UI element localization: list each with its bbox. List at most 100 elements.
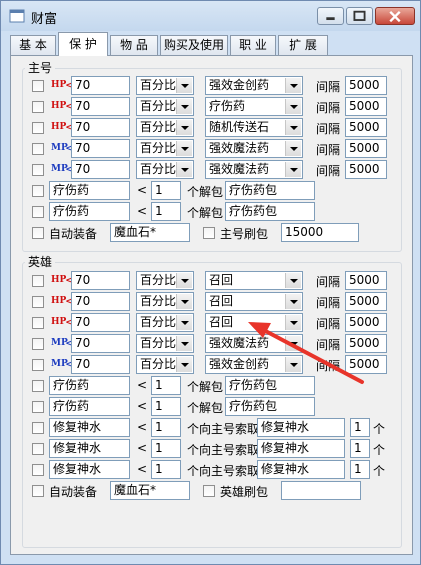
enable-checkbox[interactable] bbox=[32, 443, 44, 455]
auto-equip-checkbox[interactable] bbox=[32, 485, 44, 497]
item-select[interactable]: 召回 bbox=[205, 313, 303, 332]
chevron-down-icon[interactable] bbox=[176, 273, 192, 288]
mode-select[interactable]: 百分比 bbox=[136, 271, 194, 290]
item-select[interactable]: 召回 bbox=[205, 292, 303, 311]
enable-checkbox[interactable] bbox=[32, 122, 44, 134]
chevron-down-icon[interactable] bbox=[285, 78, 301, 93]
interval-input[interactable]: 5000 bbox=[345, 355, 387, 374]
tab-2[interactable]: 物 品 bbox=[110, 35, 158, 55]
item-select[interactable]: 召回 bbox=[205, 271, 303, 290]
potion-input[interactable]: 疗伤药 bbox=[49, 202, 130, 221]
chevron-down-icon[interactable] bbox=[176, 120, 192, 135]
enable-checkbox[interactable] bbox=[32, 101, 44, 113]
threshold-input[interactable]: 70 bbox=[71, 160, 130, 179]
mode-select[interactable]: 百分比 bbox=[136, 313, 194, 332]
enable-checkbox[interactable] bbox=[32, 380, 44, 392]
chevron-down-icon[interactable] bbox=[285, 162, 301, 177]
mode-select[interactable]: 百分比 bbox=[136, 355, 194, 374]
interval-input[interactable]: 5000 bbox=[345, 160, 387, 179]
refresh-checkbox[interactable] bbox=[203, 485, 215, 497]
refresh-input[interactable] bbox=[281, 481, 361, 500]
interval-input[interactable]: 5000 bbox=[345, 334, 387, 353]
source-input[interactable]: 修复神水 bbox=[257, 418, 345, 437]
chevron-down-icon[interactable] bbox=[176, 336, 192, 351]
chevron-down-icon[interactable] bbox=[285, 141, 301, 156]
threshold-input[interactable]: 70 bbox=[71, 271, 130, 290]
chevron-down-icon[interactable] bbox=[176, 357, 192, 372]
chevron-down-icon[interactable] bbox=[285, 315, 301, 330]
title-bar[interactable]: 财富 bbox=[1, 1, 420, 31]
amount-input[interactable]: 1 bbox=[350, 460, 370, 479]
chevron-down-icon[interactable] bbox=[285, 336, 301, 351]
interval-input[interactable]: 5000 bbox=[345, 97, 387, 116]
source-input[interactable]: 修复神水 bbox=[257, 439, 345, 458]
enable-checkbox[interactable] bbox=[32, 164, 44, 176]
count-input[interactable]: 1 bbox=[151, 439, 181, 458]
interval-input[interactable]: 5000 bbox=[345, 76, 387, 95]
chevron-down-icon[interactable] bbox=[285, 273, 301, 288]
item-select[interactable]: 强效金创药 bbox=[205, 355, 303, 374]
enable-checkbox[interactable] bbox=[32, 296, 44, 308]
enable-checkbox[interactable] bbox=[32, 185, 44, 197]
chevron-down-icon[interactable] bbox=[176, 141, 192, 156]
threshold-input[interactable]: 70 bbox=[71, 139, 130, 158]
threshold-input[interactable]: 70 bbox=[71, 334, 130, 353]
enable-checkbox[interactable] bbox=[32, 275, 44, 287]
mode-select[interactable]: 百分比 bbox=[136, 292, 194, 311]
potion-input[interactable]: 疗伤药 bbox=[49, 397, 130, 416]
tab-4[interactable]: 职 业 bbox=[230, 35, 276, 55]
item-select[interactable]: 疗伤药 bbox=[205, 97, 303, 116]
potion-input[interactable]: 疗伤药 bbox=[49, 181, 130, 200]
mode-select[interactable]: 百分比 bbox=[136, 334, 194, 353]
maximize-button[interactable] bbox=[346, 7, 373, 25]
amount-input[interactable]: 1 bbox=[350, 439, 370, 458]
mode-select[interactable]: 百分比 bbox=[136, 139, 194, 158]
chevron-down-icon[interactable] bbox=[176, 315, 192, 330]
chevron-down-icon[interactable] bbox=[176, 162, 192, 177]
refresh-checkbox[interactable] bbox=[203, 227, 215, 239]
chevron-down-icon[interactable] bbox=[285, 357, 301, 372]
count-input[interactable]: 1 bbox=[151, 418, 181, 437]
mode-select[interactable]: 百分比 bbox=[136, 76, 194, 95]
enable-checkbox[interactable] bbox=[32, 401, 44, 413]
interval-input[interactable]: 5000 bbox=[345, 313, 387, 332]
item-select[interactable]: 强效魔法药 bbox=[205, 334, 303, 353]
threshold-input[interactable]: 70 bbox=[71, 118, 130, 137]
threshold-input[interactable]: 70 bbox=[71, 313, 130, 332]
item-select[interactable]: 随机传送石 bbox=[205, 118, 303, 137]
potion-input[interactable]: 修复神水 bbox=[49, 439, 130, 458]
auto-equip-input[interactable]: 魔血石* bbox=[110, 223, 190, 242]
chevron-down-icon[interactable] bbox=[285, 120, 301, 135]
amount-input[interactable]: 1 bbox=[350, 418, 370, 437]
tab-0[interactable]: 基 本 bbox=[10, 35, 56, 55]
enable-checkbox[interactable] bbox=[32, 317, 44, 329]
chevron-down-icon[interactable] bbox=[285, 294, 301, 309]
interval-input[interactable]: 5000 bbox=[345, 292, 387, 311]
mode-select[interactable]: 百分比 bbox=[136, 118, 194, 137]
enable-checkbox[interactable] bbox=[32, 80, 44, 92]
item-select[interactable]: 强效魔法药 bbox=[205, 160, 303, 179]
threshold-input[interactable]: 70 bbox=[71, 355, 130, 374]
mode-select[interactable]: 百分比 bbox=[136, 97, 194, 116]
count-input[interactable]: 1 bbox=[151, 460, 181, 479]
item-select[interactable]: 强效金创药 bbox=[205, 76, 303, 95]
source-input[interactable]: 修复神水 bbox=[257, 460, 345, 479]
count-input[interactable]: 1 bbox=[151, 181, 181, 200]
pack-input[interactable]: 疗伤药包 bbox=[225, 376, 315, 395]
chevron-down-icon[interactable] bbox=[176, 78, 192, 93]
threshold-input[interactable]: 70 bbox=[71, 76, 130, 95]
tab-5[interactable]: 扩 展 bbox=[278, 35, 328, 55]
pack-input[interactable]: 疗伤药包 bbox=[225, 397, 315, 416]
tab-1[interactable]: 保 护 bbox=[58, 32, 108, 56]
enable-checkbox[interactable] bbox=[32, 206, 44, 218]
chevron-down-icon[interactable] bbox=[176, 99, 192, 114]
enable-checkbox[interactable] bbox=[32, 422, 44, 434]
auto-equip-input[interactable]: 魔血石* bbox=[110, 481, 190, 500]
tab-3[interactable]: 购买及使用 bbox=[160, 35, 228, 55]
enable-checkbox[interactable] bbox=[32, 464, 44, 476]
auto-equip-checkbox[interactable] bbox=[32, 227, 44, 239]
threshold-input[interactable]: 70 bbox=[71, 97, 130, 116]
mode-select[interactable]: 百分比 bbox=[136, 160, 194, 179]
pack-input[interactable]: 疗伤药包 bbox=[225, 202, 315, 221]
close-button[interactable] bbox=[375, 7, 415, 25]
